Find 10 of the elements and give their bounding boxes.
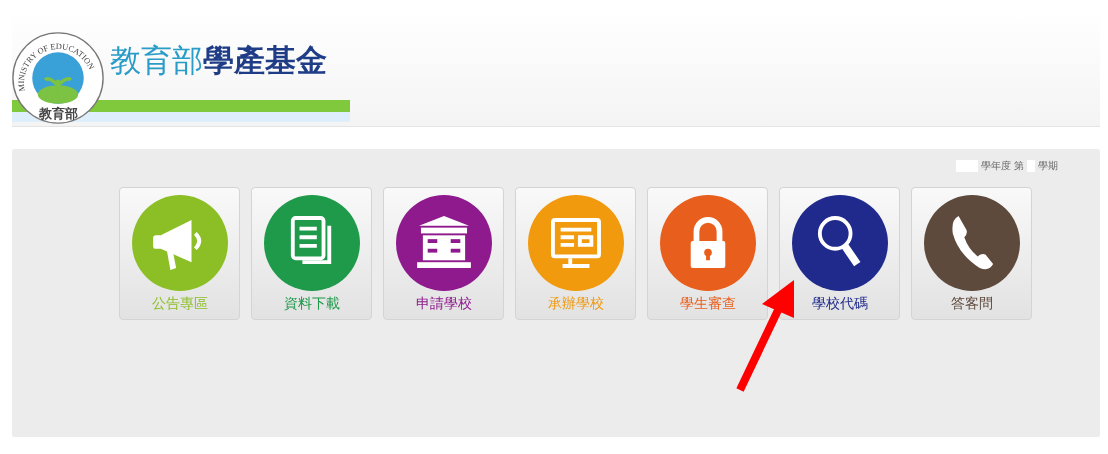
menu-tile[interactable]: 公告專區 [119, 187, 240, 320]
menu-tile[interactable]: 承辦學校 [515, 187, 636, 320]
site-title: 教育部學產基金 [110, 41, 327, 80]
year-label: 學年度 第 [980, 159, 1024, 173]
term-label: 學期 [1038, 159, 1058, 173]
menu-tile[interactable]: 學生審查 [647, 187, 768, 320]
menu-tile[interactable]: 答客問 [911, 187, 1032, 320]
menu-tile[interactable]: 申請學校 [383, 187, 504, 320]
menu-tile[interactable]: 學校代碼 [779, 187, 900, 320]
menu-tile[interactable]: 資料下載 [251, 187, 372, 320]
